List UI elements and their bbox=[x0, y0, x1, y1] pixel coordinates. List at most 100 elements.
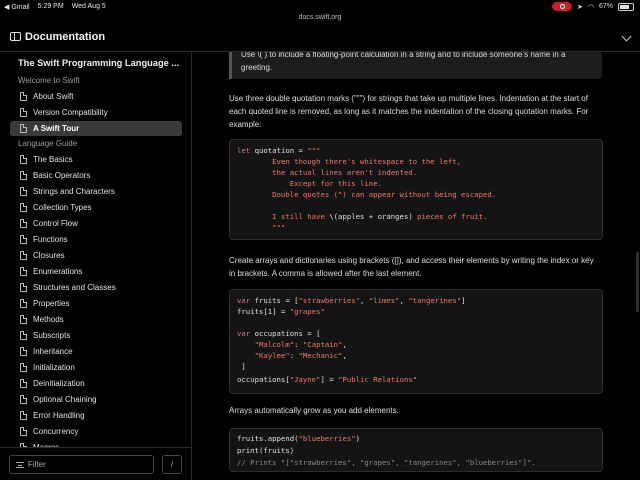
sidebar-item-the-basics[interactable]: The Basics bbox=[10, 152, 182, 167]
para1-line-3: example: bbox=[229, 120, 262, 129]
code-string: """ bbox=[307, 146, 321, 155]
sidebar-item-initialization[interactable]: Initialization bbox=[10, 360, 182, 375]
section-language-guide[interactable]: Language Guide bbox=[18, 139, 77, 148]
code-text: : bbox=[289, 351, 299, 360]
note-line-1: Use \( ) to include a floating-point cal… bbox=[241, 52, 566, 59]
code-string: "grapes" bbox=[289, 307, 325, 316]
sidebar-item-label: Deinitialization bbox=[33, 379, 85, 388]
code-string: "Mechanic" bbox=[298, 351, 343, 360]
sidebar-item-label: Optional Chaining bbox=[33, 395, 97, 404]
sidebar-item-properties[interactable]: Properties bbox=[10, 296, 182, 311]
code-string: "limes" bbox=[368, 296, 400, 305]
code-string: "Public Relations" bbox=[338, 375, 418, 384]
document-icon bbox=[20, 235, 27, 244]
book-title[interactable]: The Swift Programming Language ... bbox=[18, 58, 179, 68]
sidebar-item-methods[interactable]: Methods bbox=[10, 312, 182, 327]
code-line: ] bbox=[237, 362, 246, 371]
document-icon bbox=[20, 299, 27, 308]
status-bar: ◀ Gmail 5:29 PM Wed Aug 5 ➤ ◠ 67% bbox=[0, 0, 640, 14]
code-string: "Malcolm" bbox=[237, 340, 295, 349]
code-block-quotation[interactable]: let quotation = """ Even though there's … bbox=[229, 139, 603, 240]
sidebar-item-concurrency[interactable]: Concurrency bbox=[10, 424, 182, 439]
document-icon bbox=[20, 219, 27, 228]
sidebar-item-label: Subscripts bbox=[33, 331, 71, 340]
para2-line-2: in brackets. A comma is allowed after th… bbox=[229, 269, 422, 278]
document-icon bbox=[20, 187, 27, 196]
document-icon bbox=[20, 331, 27, 340]
document-icon bbox=[20, 92, 27, 101]
document-icon bbox=[20, 395, 27, 404]
sidebar-item-closures[interactable]: Closures bbox=[10, 248, 182, 263]
sidebar-item-inheritance[interactable]: Inheritance bbox=[10, 344, 182, 359]
code-text: , bbox=[342, 340, 347, 349]
sidebar-item-label: About Swift bbox=[33, 92, 74, 101]
filter-icon bbox=[16, 462, 24, 468]
code-line: """ bbox=[237, 223, 286, 232]
document-icon bbox=[20, 171, 27, 180]
filter-shortcut-key[interactable]: / bbox=[162, 455, 182, 474]
code-string: pieces of fruit. bbox=[412, 212, 488, 221]
sidebar-item-version-compatibility[interactable]: Version Compatibility bbox=[10, 105, 182, 120]
document-icon bbox=[20, 411, 27, 420]
document-icon bbox=[20, 363, 27, 372]
document-icon bbox=[20, 267, 27, 276]
document-icon bbox=[20, 155, 27, 164]
sidebar-item-subscripts[interactable]: Subscripts bbox=[10, 328, 182, 343]
sidebar: The Swift Programming Language ... Welco… bbox=[0, 52, 192, 480]
sidebar-item-label: Structures and Classes bbox=[33, 283, 116, 292]
sidebar-item-deinitialization[interactable]: Deinitialization bbox=[10, 376, 182, 391]
sidebar-item-label: Properties bbox=[33, 299, 70, 308]
section-welcome[interactable]: Welcome to Swift bbox=[18, 76, 80, 85]
status-date: Wed Aug 5 bbox=[71, 3, 106, 10]
sidebar-item-label: Methods bbox=[33, 315, 64, 324]
content-scrollbar[interactable] bbox=[636, 52, 639, 480]
sidebar-item-control-flow[interactable]: Control Flow bbox=[10, 216, 182, 231]
code-text: quotation = bbox=[250, 146, 308, 155]
document-icon bbox=[20, 427, 27, 436]
sidebar-item-about-swift[interactable]: About Swift bbox=[10, 89, 182, 104]
location-icon: ➤ bbox=[577, 3, 583, 11]
filter-input[interactable]: Filter bbox=[9, 455, 154, 474]
sidebar-item-collection-types[interactable]: Collection Types bbox=[10, 200, 182, 215]
sidebar-item-structures-and-classes[interactable]: Structures and Classes bbox=[10, 280, 182, 295]
documentation-title[interactable]: Documentation bbox=[25, 31, 105, 43]
code-block-append[interactable]: fruits.append("blueberries") print(fruit… bbox=[229, 428, 603, 472]
sidebar-item-label: Functions bbox=[33, 235, 68, 244]
code-block-arrays[interactable]: var fruits = ["strawberries", "limes", "… bbox=[229, 289, 603, 394]
url-label[interactable]: docs.swift.org bbox=[0, 14, 640, 21]
sidebar-item-optional-chaining[interactable]: Optional Chaining bbox=[10, 392, 182, 407]
code-text: , bbox=[342, 351, 347, 360]
sidebar-item-basic-operators[interactable]: Basic Operators bbox=[10, 168, 182, 183]
code-text: , bbox=[360, 296, 369, 305]
status-time: 5:29 PM bbox=[37, 3, 64, 10]
top-navigation: Documentation bbox=[0, 24, 640, 52]
code-line: Even though there's whitespace to the le… bbox=[237, 157, 462, 166]
sidebar-item-label: Inheritance bbox=[33, 347, 73, 356]
sidebar-item-error-handling[interactable]: Error Handling bbox=[10, 408, 182, 423]
code-line: print(fruits) bbox=[237, 446, 295, 455]
filter-bar: Filter / bbox=[0, 447, 191, 480]
sidebar-item-label: Basic Operators bbox=[33, 171, 91, 180]
document-icon bbox=[20, 315, 27, 324]
code-string: "tangerines" bbox=[408, 296, 462, 305]
paragraph-array-growth: Arrays automatically grow as you add ele… bbox=[229, 406, 399, 415]
code-string: "strawberries" bbox=[298, 296, 361, 305]
sidebar-toggle-icon[interactable] bbox=[10, 32, 21, 41]
battery-percent: 67% bbox=[598, 3, 613, 10]
sidebar-item-label: Concurrency bbox=[33, 427, 79, 436]
back-to-app-link[interactable]: ◀ Gmail bbox=[4, 3, 30, 11]
code-string: "blueberries" bbox=[298, 434, 356, 443]
document-icon bbox=[20, 251, 27, 260]
code-text: ] bbox=[461, 296, 466, 305]
sidebar-item-strings-and-characters[interactable]: Strings and Characters bbox=[10, 184, 182, 199]
sidebar-item-enumerations[interactable]: Enumerations bbox=[10, 264, 182, 279]
sidebar-item-label: The Basics bbox=[33, 155, 73, 164]
chevron-down-icon[interactable] bbox=[621, 31, 632, 42]
sidebar-item-a-swift-tour[interactable]: A Swift Tour bbox=[10, 121, 182, 136]
sidebar-item-label: Strings and Characters bbox=[33, 187, 115, 196]
sidebar-item-functions[interactable]: Functions bbox=[10, 232, 182, 247]
code-text: occupations = [ bbox=[250, 329, 321, 338]
code-string: "Jayne" bbox=[289, 375, 321, 384]
para2-line-1: Create arrays and dictionaries using bra… bbox=[229, 256, 594, 265]
sidebar-item-label: Error Handling bbox=[33, 411, 85, 420]
